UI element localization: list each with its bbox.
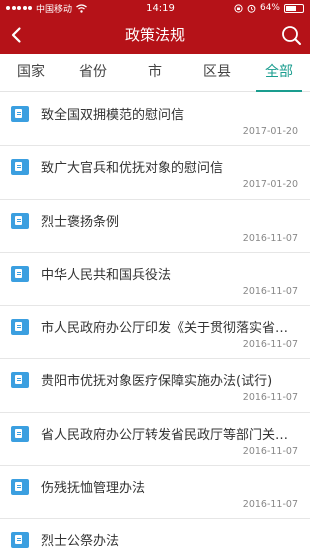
- chevron-left-icon: [11, 27, 21, 43]
- list-item[interactable]: 省人民政府办公厅转发省民政厅等部门关于进... 2016-11-07: [0, 413, 310, 467]
- list-item[interactable]: 烈士公祭办法 2016-11-07: [0, 519, 310, 550]
- list-item[interactable]: 致全国双拥模范的慰问信 2017-01-20: [0, 93, 310, 147]
- category-tabs: 国家 省份 市 区县 全部: [0, 54, 310, 92]
- item-title: 烈士公祭办法: [41, 534, 120, 550]
- item-title: 贵阳市优抚对象医疗保障实施办法(试行): [41, 374, 273, 390]
- document-icon: [11, 532, 29, 549]
- item-title: 致全国双拥模范的慰问信: [41, 108, 185, 123]
- list-item[interactable]: 致广大官兵和优抚对象的慰问信 2017-01-20: [0, 146, 310, 200]
- wifi-icon: [76, 3, 87, 13]
- item-date: 2016-11-07: [242, 445, 298, 457]
- list-item[interactable]: 中华人民共和国兵役法 2016-11-07: [0, 253, 310, 307]
- document-icon: [11, 479, 29, 496]
- item-title: 伤残抚恤管理办法: [41, 481, 146, 497]
- item-title: 致广大官兵和优抚对象的慰问信: [41, 161, 224, 177]
- item-date: 2016-11-07: [242, 285, 298, 297]
- status-time: 14:19: [146, 2, 175, 14]
- list-item[interactable]: 贵阳市优抚对象医疗保障实施办法(试行) 2016-11-07: [0, 359, 310, 413]
- document-icon: [11, 106, 29, 122]
- tab-province[interactable]: 省份: [62, 54, 124, 91]
- rotation-lock-icon: [234, 3, 243, 13]
- document-icon: [11, 372, 29, 389]
- document-icon: [11, 425, 29, 442]
- signal-icon: [6, 6, 32, 10]
- carrier-label: 中国移动: [36, 4, 73, 15]
- item-date: 2017-01-20: [242, 126, 298, 137]
- document-icon: [11, 319, 29, 336]
- item-date: 2016-11-07: [242, 339, 298, 351]
- tab-country[interactable]: 国家: [0, 54, 62, 91]
- list-item[interactable]: 伤残抚恤管理办法 2016-11-07: [0, 466, 310, 520]
- battery-percent: 64%: [259, 3, 280, 13]
- document-icon: [11, 159, 29, 176]
- battery-icon: [283, 3, 304, 13]
- list-item[interactable]: 烈士褒扬条例 2016-11-07: [0, 200, 310, 253]
- item-date: 2017-01-20: [242, 179, 298, 191]
- item-title: 省人民政府办公厅转发省民政厅等部门关于进...: [41, 427, 301, 443]
- back-button[interactable]: [6, 24, 28, 46]
- item-title: 烈士褒扬条例: [41, 214, 120, 230]
- tab-all[interactable]: 全部: [248, 54, 310, 92]
- tab-city[interactable]: 市: [124, 54, 186, 91]
- item-date: 2016-11-07: [242, 232, 298, 244]
- item-title: 市人民政府办公厅印发《关于贯彻落实省人民...: [41, 321, 301, 337]
- item-date: 2016-11-07: [242, 392, 298, 404]
- search-icon: [282, 26, 301, 45]
- search-button[interactable]: [280, 24, 302, 46]
- status-bar: 中国移动 14:19 64%: [0, 0, 310, 16]
- alarm-icon: [247, 4, 256, 13]
- document-icon: [11, 265, 29, 282]
- item-title: 中华人民共和国兵役法: [41, 267, 172, 283]
- policy-list: 致全国双拥模范的慰问信 2017-01-20 致广大官兵和优抚对象的慰问信 20…: [0, 93, 310, 550]
- nav-bar: 政策法规: [0, 16, 310, 54]
- document-icon: [11, 212, 29, 229]
- item-date: 2016-11-07: [242, 499, 298, 511]
- list-item[interactable]: 市人民政府办公厅印发《关于贯彻落实省人民... 2016-11-07: [0, 306, 310, 360]
- tab-district[interactable]: 区县: [186, 54, 248, 91]
- page-title: 政策法规: [124, 26, 185, 44]
